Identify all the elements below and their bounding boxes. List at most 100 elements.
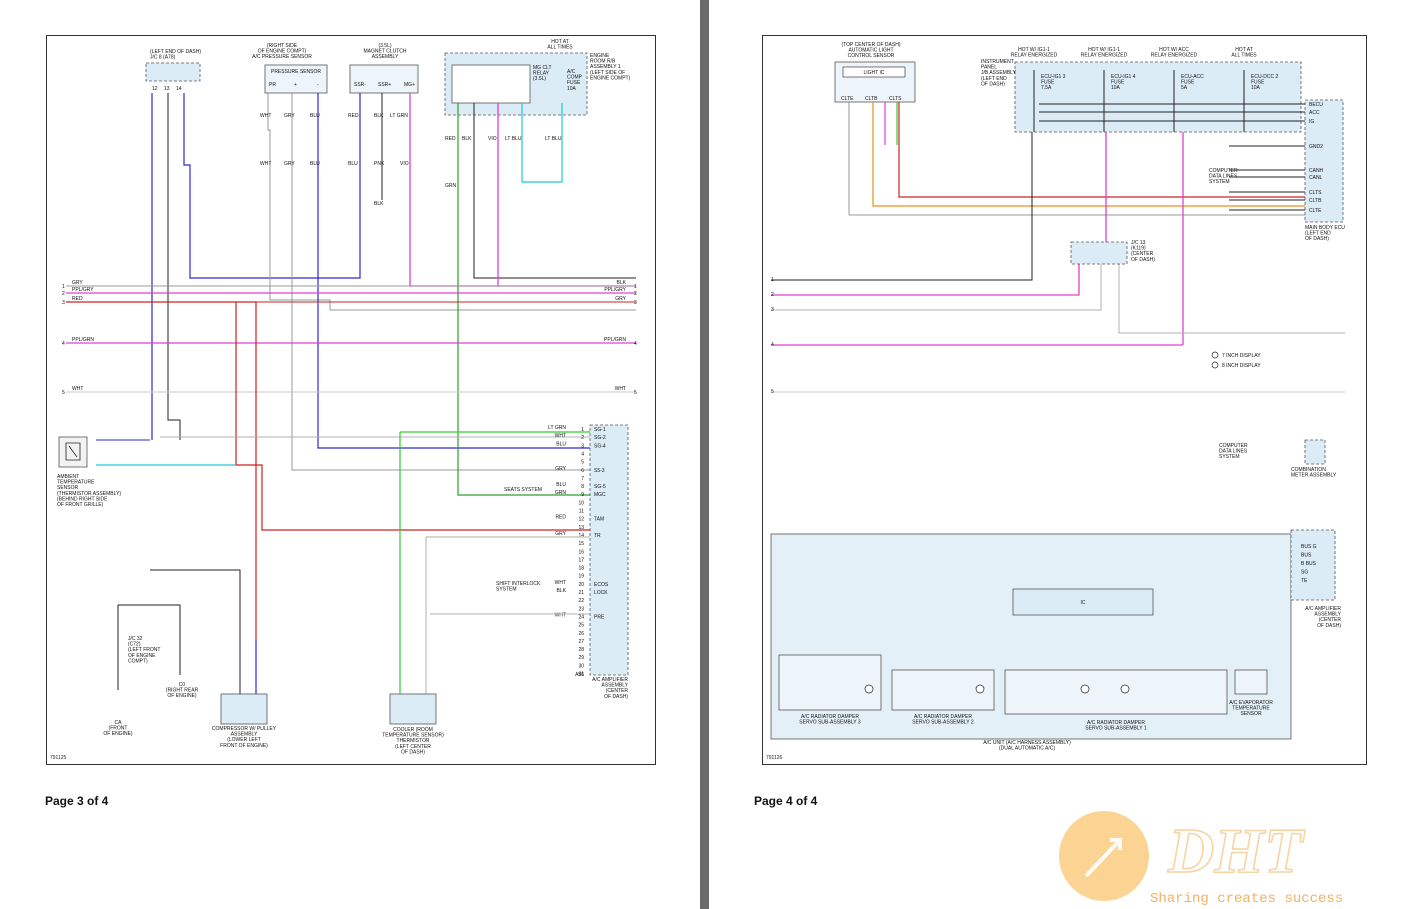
amp-pin-wire: BLK [557,588,567,594]
wire-color-label: BLK [374,113,384,119]
amp-pin-number: 10 [578,500,584,506]
ecu-pin-label: GND2 [1309,144,1323,150]
wire-color-label: VIO [488,136,497,142]
seats-system-label: SEATS SYSTEM [504,487,542,493]
amp-pin-number: 3 [581,443,584,449]
pin-number: 13 [164,86,170,92]
display-8-label: 8 INCH DISPLAY [1222,363,1261,369]
jc8-connector [145,62,201,82]
amp-pin-number: 17 [578,557,584,563]
ecu-pin-label: CLTE [1309,208,1322,214]
ac-unit-label: (DUAL AUTOMATIC A/C) [999,746,1055,752]
motor-icon [975,684,985,694]
amp-pin-number: 21 [578,590,584,596]
bus-color: GRY [615,296,626,302]
pressure-sensor-label: A/C PRESSURE SENSOR [252,54,312,60]
hot-condition-label: RELAY ENERGIZED [1081,53,1128,59]
amp-pin-signal: TAM [594,517,604,523]
amp-pin-number: 24 [578,614,584,620]
label: SSR- [354,82,366,88]
ecu-pin-label: CANL [1309,175,1323,181]
amp-pin-wire: GRN [555,490,567,496]
label: PR [269,82,276,88]
main-body-ecu-label: OF DASH) [1305,236,1329,242]
display-7-icon [1211,351,1219,359]
wiring-diagram-3: (LEFT END OF DASH)J/C 8 (A78)12 13 14(RIGH… [57,39,637,755]
mg-relay-label: (3.5L) [533,76,546,82]
ambient-sensor-label: OF FRONT GRILLE) [57,502,104,508]
ac-amplifier-label: OF DASH) [604,694,628,700]
light-pin: CLTS [889,96,902,102]
gry-wire [1118,262,1345,334]
motor-icon [864,684,874,694]
amp-pin-signal: ECOS [594,582,609,588]
amp-pin-signal: SG-2 [594,435,606,441]
wire-color-label: BLU [348,161,358,167]
amp-pin-wire: WHT [555,433,566,439]
diagram-id: 791126 [766,755,783,761]
red-wire [235,302,590,531]
bus-color: BLK [617,280,627,286]
wire-color-label: WHT [260,161,271,167]
amp-pin-number: 14 [578,533,584,539]
fuse-label: 10A [1251,85,1261,91]
compressor-label: FRONT OF ENGINE) [220,743,268,749]
amp-pin-number: 28 [578,647,584,653]
page-number: Page 4 of 4 [754,794,818,808]
bus-number: 4 [62,341,65,347]
hot-condition-label: RELAY ENERGIZED [1151,53,1198,59]
bus-number: 2 [634,291,637,297]
amp-pin-wire: RED [555,515,566,521]
wire-color-label: LT BLU [505,136,522,142]
magnet-clutch-label: ASSEMBLY [372,54,399,60]
amp-pin-wire: BLU [556,441,566,447]
amp-pin-number: 26 [578,631,584,637]
amp-pin-label: BUS [1301,553,1312,559]
computer-data-lines-label: SYSTEM [1209,179,1230,185]
wire-color-label: BLU [310,113,320,119]
light-ic-label: LIGHT IC [863,70,884,76]
bus-number: 1 [771,277,774,283]
bus-number: 2 [771,292,774,298]
bus-color: RED [72,296,83,302]
bus-color: GRY [72,280,83,286]
amp-pin-number: 12 [578,517,584,523]
light-sensor-label: CONTROL SENSOR [848,53,895,59]
red-wire [66,301,257,640]
amp-pin-number: 25 [578,623,584,629]
jc8-label: J/C 8 (A78) [150,55,176,61]
wire-color-label: BLK [462,136,472,142]
amp-pin-signal: LOCK [594,590,608,596]
blk-wire [150,569,241,695]
servo-1-label: SERVO SUB-ASSEMBLY 1 [1085,726,1147,732]
wire-color-label: WHT [260,113,271,119]
amp-pin-wire: LT GRN [548,425,566,431]
combination-meter-label: METER ASSEMBLY [1291,473,1337,479]
motor-icon [1080,684,1090,694]
wiring-diagram-4: (TOP CENTER OF DASH)AUTOMATIC LIGHTCONTR… [770,42,1345,752]
wire-color-label: RED [348,113,359,119]
wire-color-label: PNK [374,161,385,167]
bus-color: WHT [72,386,83,392]
jc13-box [1070,241,1128,265]
light-pin: CLTE [841,96,854,102]
bus-number: 3 [771,307,774,313]
wire-color-label: LT GRN [390,113,408,119]
c0-ground-label: OF ENGINE) [167,693,197,699]
bus-color: PPL/GRN [72,337,94,343]
label: MG+ [404,82,415,88]
combination-meter-box [1304,439,1326,465]
ac-amplifier-box [589,424,629,676]
diagram-id: 791125 [50,755,67,761]
label: + [294,82,297,88]
ecu-pin-label: IG [1309,119,1314,125]
amp-pin-number: 15 [578,541,584,547]
amp-pin-number: 4 [581,451,584,457]
amp-pin-signal: SG-4 [594,443,606,449]
amp-pin-label: BUS G [1301,544,1317,550]
dht-logo-icon: DHT Sharing creates success [1059,811,1343,907]
wire-color-label: VIO [400,161,409,167]
evap-sensor-label: SENSOR [1240,711,1262,717]
bus-color: WHT [615,386,626,392]
gry-wire [771,262,1102,311]
